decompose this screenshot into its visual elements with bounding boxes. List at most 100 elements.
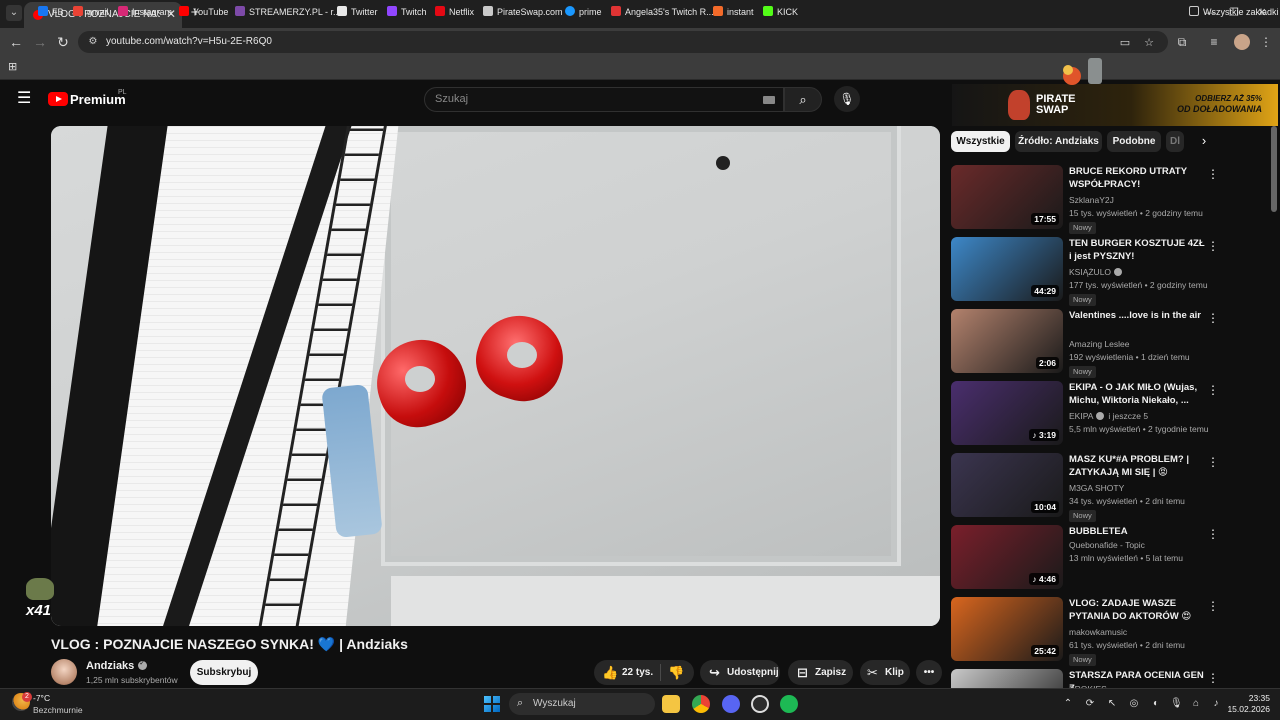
bookmark-star-icon[interactable]: ☆ — [1142, 36, 1156, 50]
bookmark-instant[interactable]: instant — [713, 5, 754, 19]
subscribe-button[interactable]: Subskrybuj — [190, 660, 258, 685]
reload-icon[interactable]: ↻ — [55, 34, 71, 50]
video-thumbnail[interactable]: 10:04 — [951, 453, 1063, 517]
like-count[interactable]: 22 tys. — [622, 660, 653, 685]
sidebar-scrollbar[interactable] — [1271, 126, 1277, 212]
tab-search-icon[interactable]: ⌄ — [6, 5, 22, 21]
bookmark-gmail[interactable]: gmail — [73, 5, 109, 19]
spotify-icon[interactable] — [780, 695, 798, 713]
more-options-icon[interactable]: ⋮ — [1207, 311, 1219, 325]
reading-list-icon[interactable]: ≡ — [1206, 34, 1222, 50]
hamburger-menu-icon[interactable]: ☰ — [17, 91, 33, 107]
channel-name[interactable]: Andziaks — [86, 659, 148, 672]
recommended-channel[interactable]: makowkamusic — [1069, 627, 1127, 637]
clip-button[interactable]: ✂ Klip — [860, 660, 910, 685]
more-options-icon[interactable]: ⋮ — [1207, 671, 1219, 685]
bookmark-fb[interactable]: FB — [38, 5, 64, 19]
bookmark-twitter[interactable]: Twitter — [337, 5, 378, 19]
recommended-video[interactable]: 17:55 BRUCE REKORD UTRATY WSPÓŁPRACY! WAL… — [951, 165, 1221, 234]
forward-icon[interactable]: → — [32, 34, 48, 50]
more-options-icon[interactable]: ⋮ — [1207, 167, 1219, 181]
recommended-channel[interactable]: EKIPA i jeszcze 5 — [1069, 411, 1148, 421]
more-options-icon[interactable]: ⋮ — [1207, 239, 1219, 253]
recommended-video-title[interactable]: VLOG: ZADAJE WASZE PYTANIA DO AKTORÓW 😍 — [1069, 597, 1205, 623]
browser-menu-icon[interactable]: ⋮ — [1258, 34, 1274, 50]
tray-app-icon[interactable]: ◐ — [1150, 698, 1162, 710]
more-options-icon[interactable]: ⋮ — [1207, 455, 1219, 469]
bookmark-prime[interactable]: prime — [565, 5, 602, 19]
video-thumbnail[interactable]: ♪ 4:46 — [951, 525, 1063, 589]
recommended-video-title[interactable]: Valentines ....love is in the air — [1069, 309, 1205, 322]
recommended-video-title[interactable]: TEN BURGER KOSZTUJE 4ZŁ i jest PYSZNY! — [1069, 237, 1205, 263]
tray-pointer-icon[interactable]: ↖ — [1106, 698, 1118, 710]
recommended-channel[interactable]: KSIĄŻULO — [1069, 267, 1123, 277]
profile-avatar[interactable] — [1234, 34, 1250, 50]
recommended-channel[interactable]: Quebonafide - Topic — [1069, 540, 1145, 550]
recommended-channel[interactable]: Amazing Leslee — [1069, 339, 1129, 349]
chip-source-andziaks[interactable]: Źródło: Andziaks — [1015, 131, 1102, 152]
url-text[interactable]: youtube.com/watch?v=H5u-2E-R6Q0 — [106, 36, 272, 47]
discord-icon[interactable] — [722, 695, 740, 713]
video-player[interactable] — [51, 126, 940, 626]
recommended-video-title[interactable]: MASZ KU*#A PROBLEM? | ZATYKAJĄ MI SIĘ | … — [1069, 453, 1205, 479]
chip-truncated[interactable]: Dl — [1166, 131, 1184, 152]
bookmark-instagram[interactable]: Instagram — [118, 5, 172, 19]
all-bookmarks-folder[interactable]: Wszystkie zakładki — [1189, 5, 1279, 19]
recommended-video[interactable]: 2:06 Valentines ....love is in the air Ama… — [951, 309, 1221, 378]
windows-start-icon[interactable] — [484, 696, 500, 712]
video-thumbnail[interactable]: 2:06 — [951, 309, 1063, 373]
more-options-icon[interactable]: ⋮ — [1207, 383, 1219, 397]
video-thumbnail[interactable]: ♪ 3:19 — [951, 381, 1063, 445]
more-actions-button[interactable]: ••• — [916, 660, 942, 685]
apps-grid-icon[interactable]: ⊞ — [8, 61, 20, 73]
video-thumbnail[interactable]: 17:55 — [951, 165, 1063, 229]
address-bar[interactable]: ⚙ youtube.com/watch?v=H5u-2E-R6Q0 ▭ ☆ — [78, 31, 1168, 53]
site-info-icon[interactable]: ⚙ — [86, 35, 100, 49]
bookmark-angela35[interactable]: Angela35's Twitch R... — [611, 5, 714, 19]
taskbar-search-input[interactable]: ⌕ Wyszukaj — [509, 693, 655, 715]
bookmark-pirateswap[interactable]: PirateSwap.com — [483, 5, 563, 19]
volume-icon[interactable]: ♪ — [1210, 698, 1222, 710]
recommended-video-title[interactable]: BUBBLETEA — [1069, 525, 1205, 538]
network-icon[interactable]: ⌂ — [1190, 698, 1202, 710]
recommended-video[interactable]: 44:29 TEN BURGER KOSZTUJE 4ZŁ i jest PYSZ… — [951, 237, 1221, 306]
bookmark-youtube[interactable]: YouTube — [179, 5, 228, 19]
recommended-channel[interactable]: SzklanaY2J — [1069, 195, 1114, 205]
back-icon[interactable]: ← — [8, 34, 24, 50]
recommended-video-title[interactable]: BRUCE REKORD UTRATY WSPÓŁPRACY! WALENTYN… — [1069, 165, 1205, 191]
bookmark-twitch[interactable]: Twitch — [387, 5, 427, 19]
chip-related[interactable]: Podobne — [1107, 131, 1161, 152]
video-thumbnail[interactable]: 44:29 — [951, 237, 1063, 301]
share-button[interactable]: ↪ Udostępnij — [700, 660, 780, 685]
video-thumbnail[interactable]: 25:42 — [951, 597, 1063, 661]
search-button[interactable]: ⌕ — [784, 87, 822, 112]
chrome-icon[interactable] — [692, 695, 710, 713]
recommended-video[interactable]: 25:42 VLOG: ZADAJE WASZE PYTANIA DO AKTOR… — [951, 597, 1221, 666]
recommended-channel[interactable]: M3GA SHOTY — [1069, 483, 1124, 493]
chevron-up-icon[interactable]: ⌃ — [1062, 698, 1074, 710]
recommended-video[interactable]: ♪ 4:46 BUBBLETEA Quebonafide - Topic 13 mln… — [951, 525, 1221, 589]
extensions-icon[interactable]: ⧉ — [1174, 34, 1190, 50]
pirateswap-ad-banner[interactable]: PIRATE SWAP ODBIERZ AŻ 35% OD DOŁADOWANI… — [952, 84, 1278, 126]
chip-all[interactable]: Wszystkie — [951, 131, 1010, 152]
file-explorer-icon[interactable] — [662, 695, 680, 713]
dislike-icon[interactable]: 👎 — [668, 660, 684, 685]
like-icon[interactable]: 👍 — [602, 660, 618, 685]
recommended-video-title[interactable]: EKIPA - O JAK MIŁO (Wujas, Michu, Wiktor… — [1069, 381, 1205, 407]
save-button[interactable]: ⊟ Zapisz — [788, 660, 853, 685]
youtube-logo-icon[interactable] — [48, 92, 68, 106]
bookmark-kick[interactable]: KICK — [763, 5, 798, 19]
voice-search-button[interactable]: 🎙 — [834, 86, 860, 112]
weather-status[interactable]: Bezchmurnie — [33, 705, 83, 715]
bookmark-netflix[interactable]: Netflix — [435, 5, 474, 19]
cast-icon[interactable]: ▭ — [1118, 36, 1132, 50]
recommended-video[interactable]: 10:04 MASZ KU*#A PROBLEM? | ZATYKAJĄ MI S… — [951, 453, 1221, 522]
recommended-video[interactable]: STARSZA PARA OCENIA GEN ZBROKIES⋮ — [951, 669, 1221, 720]
more-options-icon[interactable]: ⋮ — [1207, 527, 1219, 541]
recommended-video[interactable]: ♪ 3:19 EKIPA - O JAK MIŁO (Wujas, Michu, … — [951, 381, 1221, 445]
chevron-right-icon[interactable]: › — [1196, 133, 1212, 149]
temperature[interactable]: -7°C — [33, 693, 50, 703]
obs-icon[interactable] — [751, 695, 769, 713]
more-options-icon[interactable]: ⋮ — [1207, 599, 1219, 613]
microphone-tray-icon[interactable]: 🎙 — [1170, 698, 1183, 710]
